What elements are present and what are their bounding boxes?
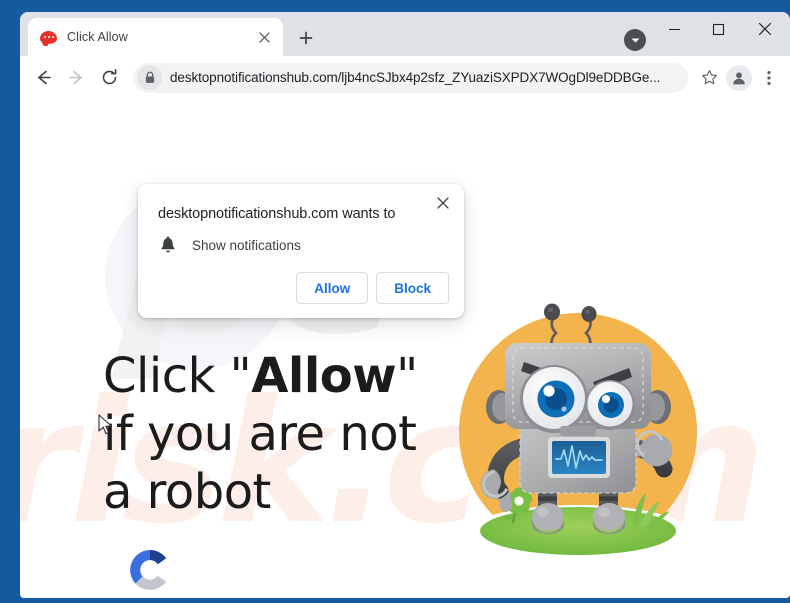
headline-part1: Click " <box>103 348 252 404</box>
forward-button[interactable] <box>61 63 91 93</box>
captcha-c-icon <box>125 545 175 595</box>
permission-text: Show notifications <box>192 237 301 253</box>
allow-button[interactable]: Allow <box>296 272 369 304</box>
page-viewport: pc risk.com Click "Allow" if you are not… <box>20 99 790 598</box>
close-window-button[interactable] <box>740 12 790 46</box>
block-button[interactable]: Block <box>376 272 449 304</box>
url-text: desktopnotificationshub.com/ljb4ncSJbx4p… <box>170 70 661 85</box>
tab-strip: Click Allow <box>20 12 790 56</box>
lock-icon[interactable] <box>137 65 162 90</box>
permission-row: Show notifications <box>158 234 301 256</box>
mouse-cursor <box>98 414 114 436</box>
tab-favicon-speech-bubble-icon <box>40 29 57 46</box>
e-captcha-logo: E-CAPTCHA <box>115 545 185 598</box>
bell-icon <box>158 234 178 256</box>
profile-avatar-icon[interactable] <box>726 64 752 91</box>
chevron-down-icon[interactable] <box>624 29 646 51</box>
browser-window: Click Allow desktopnotificationshub.com/… <box>0 0 790 603</box>
browser-toolbar: desktopnotificationshub.com/ljb4ncSJbx4p… <box>20 56 790 99</box>
dialog-actions: Allow Block <box>296 272 449 304</box>
chrome-menu-icon[interactable] <box>756 65 782 91</box>
maximize-button[interactable] <box>696 12 740 46</box>
address-bar[interactable]: desktopnotificationshub.com/ljb4ncSJbx4p… <box>133 62 688 93</box>
window-controls <box>652 12 790 56</box>
page-headline: Click "Allow" if you are not a robot <box>103 347 433 521</box>
robot-illustration <box>444 295 712 563</box>
back-button[interactable] <box>28 63 58 93</box>
reload-button[interactable] <box>94 63 124 93</box>
headline-allow-word: Allow <box>251 348 397 404</box>
browser-tab[interactable]: Click Allow <box>28 18 283 56</box>
dialog-title: desktopnotificationshub.com wants to <box>158 206 396 222</box>
bookmark-star-icon[interactable] <box>696 65 722 91</box>
notification-permission-dialog: desktopnotificationshub.com wants to Sho… <box>138 184 464 318</box>
chrome-shell: Click Allow desktopnotificationshub.com/… <box>20 12 790 598</box>
close-dialog-icon[interactable] <box>431 191 455 215</box>
close-tab-icon[interactable] <box>253 26 275 48</box>
minimize-button[interactable] <box>652 12 696 46</box>
new-tab-button[interactable] <box>292 24 319 51</box>
tab-title: Click Allow <box>67 30 128 44</box>
